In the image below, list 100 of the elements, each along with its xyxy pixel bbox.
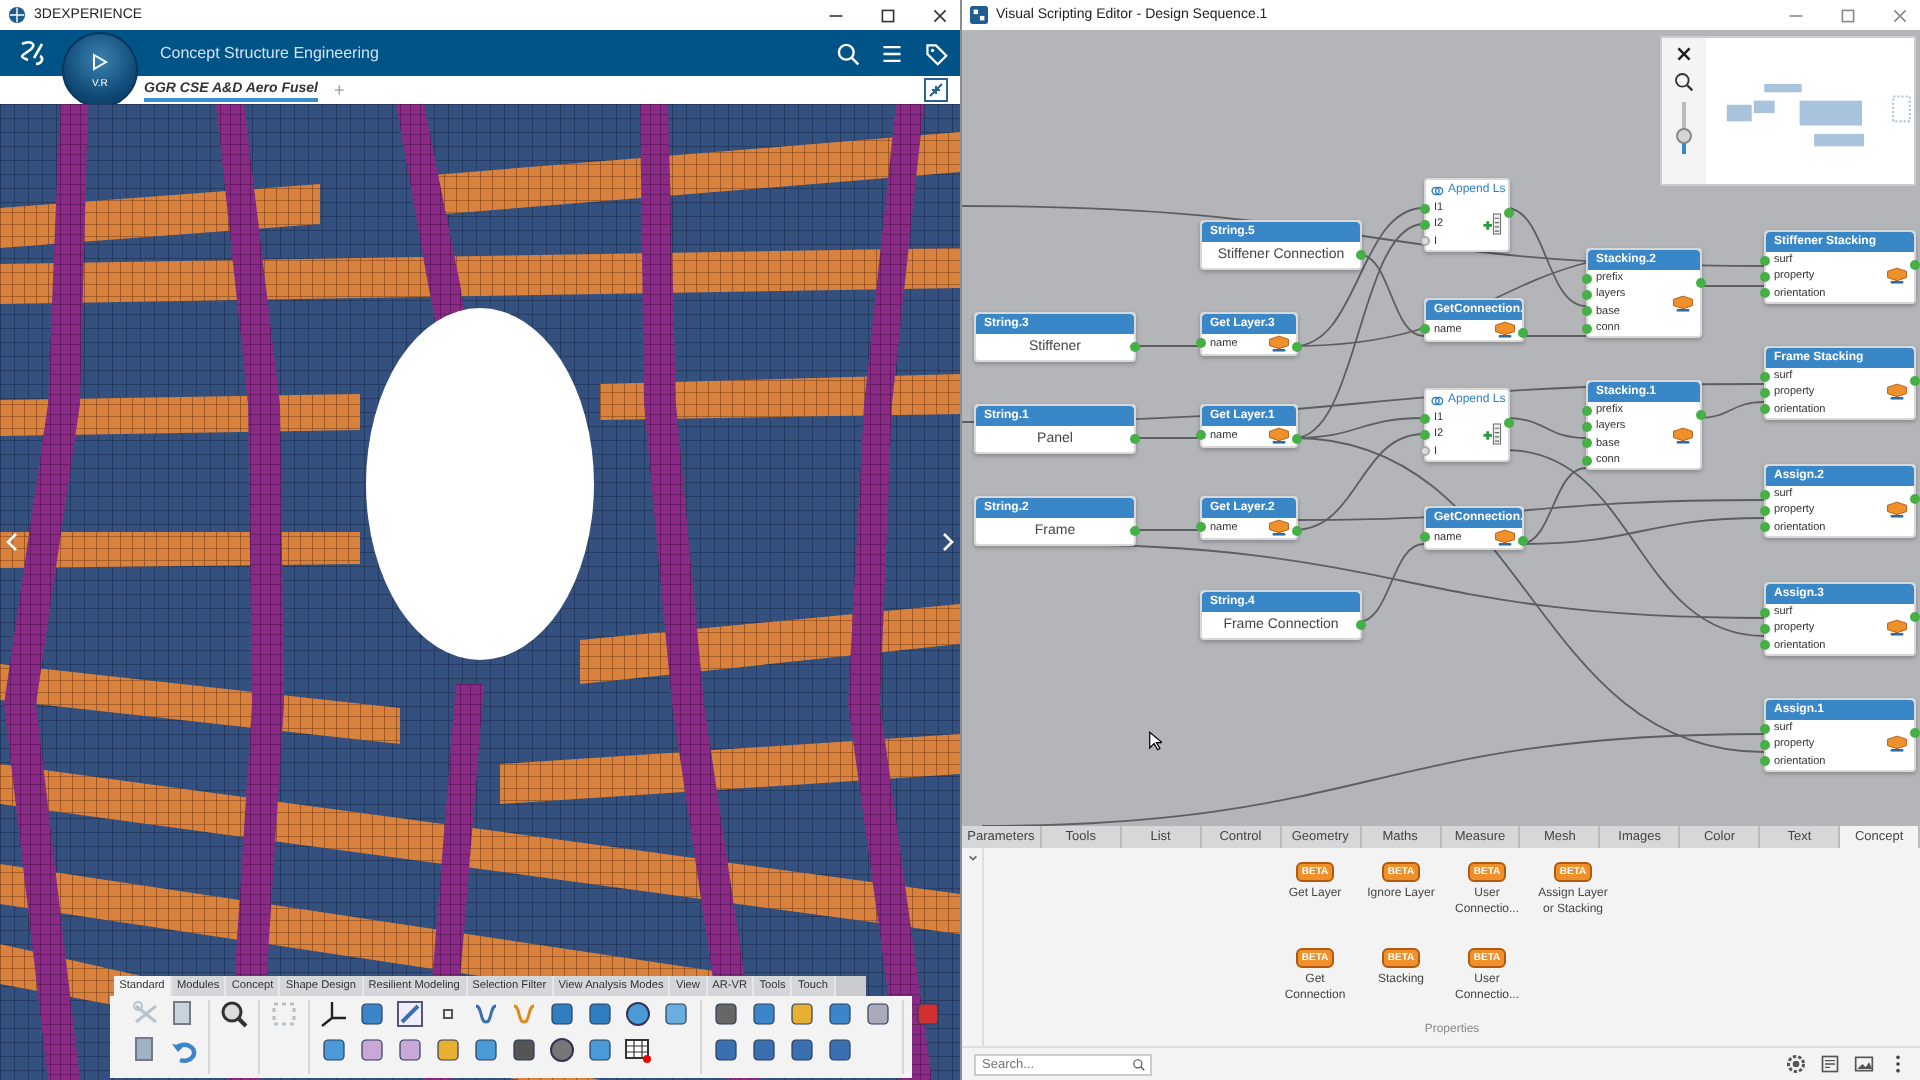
port-dot[interactable]	[1420, 236, 1430, 247]
pyramid-icon[interactable]	[548, 1036, 576, 1064]
port-dot[interactable]	[1420, 446, 1430, 457]
shell-icon[interactable]	[624, 1000, 652, 1028]
port-dot[interactable]	[1760, 756, 1770, 767]
output-port[interactable]	[1910, 494, 1920, 504]
port-dot[interactable]	[1760, 255, 1770, 266]
warning-icon[interactable]	[914, 1000, 942, 1028]
layers-icon[interactable]	[434, 1036, 462, 1064]
output-port[interactable]	[1910, 612, 1920, 622]
structure-icon[interactable]	[712, 1036, 740, 1064]
layers-icon[interactable]	[788, 1000, 816, 1028]
fill-icon[interactable]	[396, 1036, 424, 1064]
doc-search-icon[interactable]	[712, 1000, 740, 1028]
beta-badge-icon	[1672, 293, 1694, 314]
port-dot[interactable]	[1760, 623, 1770, 634]
port-dot[interactable]	[1760, 739, 1770, 750]
image-icon[interactable]	[1854, 1054, 1874, 1074]
port-dot[interactable]	[1760, 723, 1770, 734]
port-dot[interactable]	[1760, 607, 1770, 618]
zoom-icon[interactable]	[220, 1000, 248, 1028]
port-dot[interactable]	[1582, 455, 1592, 466]
output-port[interactable]	[1504, 208, 1514, 218]
output-port[interactable]	[1292, 342, 1302, 352]
port-dot[interactable]	[1420, 532, 1430, 543]
connector-icon[interactable]	[826, 1000, 854, 1028]
port-dot[interactable]	[1196, 338, 1206, 349]
connector-icon[interactable]	[472, 1036, 500, 1064]
extrude-icon[interactable]	[320, 1036, 348, 1064]
port-dot[interactable]	[1582, 273, 1592, 284]
port-dot[interactable]	[1760, 404, 1770, 415]
output-port[interactable]	[1292, 434, 1302, 444]
axis-icon[interactable]	[320, 1000, 348, 1028]
output-port[interactable]	[1696, 410, 1706, 420]
gear-icon[interactable]	[1786, 1054, 1806, 1074]
close-icon[interactable]	[932, 7, 948, 23]
port-dot[interactable]	[1420, 413, 1430, 424]
chevron-down-icon[interactable]	[967, 854, 977, 862]
port-dot[interactable]	[1760, 522, 1770, 533]
port-dot[interactable]	[1582, 438, 1592, 449]
output-port[interactable]	[1504, 418, 1514, 428]
play-icon[interactable]	[90, 51, 110, 71]
sweep-icon[interactable]	[662, 1000, 690, 1028]
offset-icon[interactable]	[358, 1036, 386, 1064]
output-port[interactable]	[1356, 620, 1366, 630]
output-port[interactable]	[1910, 728, 1920, 738]
surface-icon[interactable]	[586, 1000, 614, 1028]
close-icon[interactable]	[1676, 46, 1692, 62]
ds-logo-icon[interactable]	[16, 39, 48, 67]
output-port[interactable]	[1130, 434, 1140, 444]
port-dot[interactable]	[1760, 271, 1770, 282]
port-dot[interactable]	[1582, 421, 1592, 432]
output-port[interactable]	[1518, 536, 1528, 546]
collapse-arrows-icon[interactable]	[924, 78, 948, 102]
output-port[interactable]	[1910, 376, 1920, 386]
output-port[interactable]	[1910, 260, 1920, 270]
plane-icon[interactable]	[358, 1000, 386, 1028]
port-dot[interactable]	[1582, 405, 1592, 416]
port-dot[interactable]	[1760, 489, 1770, 500]
stack-icon[interactable]	[864, 1000, 892, 1028]
output-port[interactable]	[1518, 328, 1528, 338]
port-dot[interactable]	[1420, 219, 1430, 230]
table-icon[interactable]	[624, 1036, 652, 1064]
output-port[interactable]	[1130, 526, 1140, 536]
slider-thumb[interactable]	[1676, 127, 1692, 144]
port-dot[interactable]	[1582, 306, 1592, 317]
search-icon[interactable]	[836, 41, 860, 65]
port-dot[interactable]	[1582, 289, 1592, 300]
cylinder-icon[interactable]	[548, 1000, 576, 1028]
port-dot[interactable]	[1760, 505, 1770, 516]
sketch-icon[interactable]	[396, 1000, 424, 1028]
curve-icon[interactable]	[472, 1000, 500, 1028]
tag-icon[interactable]	[924, 41, 948, 65]
port-dot[interactable]	[1760, 371, 1770, 382]
port-dot[interactable]	[1760, 387, 1770, 398]
output-port[interactable]	[1356, 250, 1366, 260]
port-dot[interactable]	[1760, 640, 1770, 651]
chevron-right-icon[interactable]	[942, 532, 954, 552]
port-dot[interactable]	[1420, 324, 1430, 335]
cube-icon[interactable]	[510, 1036, 538, 1064]
port-dot[interactable]	[1420, 203, 1430, 214]
port-dot[interactable]	[1196, 522, 1206, 533]
output-port[interactable]	[1292, 526, 1302, 536]
plane-icon[interactable]	[750, 1000, 778, 1028]
menu-icon[interactable]	[880, 41, 904, 65]
port-dot[interactable]	[1760, 288, 1770, 299]
arrow-down-icon[interactable]	[750, 1036, 778, 1064]
port-dot[interactable]	[1420, 429, 1430, 440]
maximize-icon[interactable]	[880, 7, 896, 23]
add-list-icon	[1482, 212, 1502, 237]
structure-icon[interactable]	[826, 1036, 854, 1064]
port-dot[interactable]	[1582, 323, 1592, 334]
output-port[interactable]	[1696, 278, 1706, 288]
port-dot[interactable]	[1196, 430, 1206, 441]
output-port[interactable]	[1130, 342, 1140, 352]
arrow-down-icon[interactable]	[788, 1036, 816, 1064]
document-icon[interactable]	[1820, 1054, 1840, 1074]
chevron-left-icon[interactable]	[6, 532, 18, 552]
bracket-icon[interactable]	[586, 1036, 614, 1064]
zoom-icon[interactable]	[1674, 72, 1694, 92]
